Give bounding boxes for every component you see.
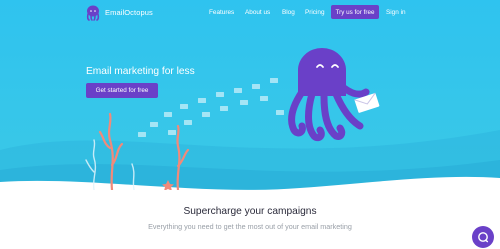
nav-link-features[interactable]: Features — [209, 9, 234, 16]
nav-link-about-us[interactable]: About us — [245, 9, 270, 16]
brand-name[interactable]: EmailOctopus — [105, 8, 153, 17]
seaweed-illustration — [85, 112, 190, 190]
get-started-button[interactable]: Get started for free — [86, 83, 158, 98]
octopus-logo-icon[interactable] — [84, 4, 102, 22]
nav-link-pricing[interactable]: Pricing — [305, 9, 325, 16]
hero-headline: Email marketing for less — [86, 66, 195, 77]
chat-icon — [478, 232, 489, 243]
octopus-mascot-icon — [288, 48, 380, 142]
section-subtitle: Everything you need to get the most out … — [148, 222, 352, 231]
hero-section — [0, 0, 500, 200]
top-navigation: EmailOctopus Features About us Blog Pric… — [0, 0, 500, 26]
section-title: Supercharge your campaigns — [183, 206, 317, 217]
chat-button[interactable] — [472, 226, 494, 248]
sign-in-link[interactable]: Sign in — [386, 9, 406, 16]
nav-link-blog[interactable]: Blog — [282, 9, 295, 16]
try-us-for-free-button[interactable]: Try us for free — [331, 5, 379, 19]
